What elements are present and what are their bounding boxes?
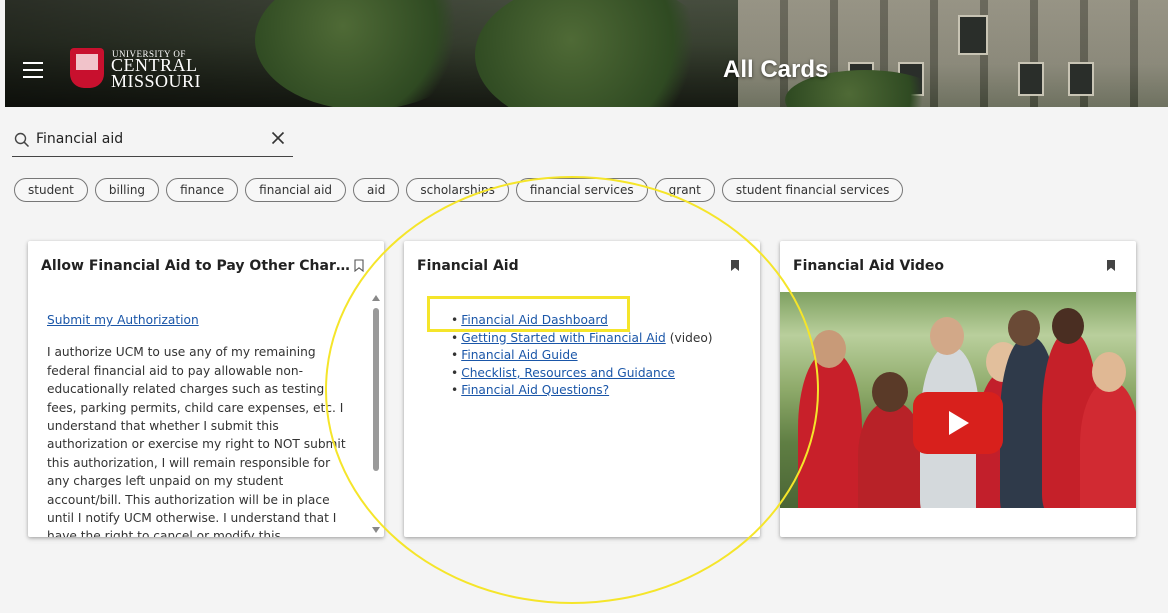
chip-aid[interactable]: aid [353, 178, 400, 202]
logo-text-line2: CENTRAL MISSOURI [111, 55, 202, 91]
card-title: Financial Aid [417, 258, 519, 274]
chip-financial-services[interactable]: financial services [515, 178, 648, 202]
person-head [930, 317, 964, 355]
tag-chips: student billing finance financial aid ai… [14, 178, 904, 202]
card-allow-financial-aid: Allow Financial Aid to Pay Other Charges… [28, 241, 384, 537]
list-item: • Checklist, Resources and Guidance [451, 365, 675, 380]
link-note: (video) [669, 330, 713, 345]
chip-finance[interactable]: finance [166, 178, 239, 202]
chip-billing[interactable]: billing [94, 178, 160, 202]
person-head [1052, 308, 1084, 344]
person-head [812, 330, 846, 368]
link-financial-aid-guide[interactable]: Financial Aid Guide [461, 348, 577, 362]
scroll-down-arrow-icon[interactable] [372, 527, 380, 533]
search-bar [12, 124, 293, 157]
chip-grant[interactable]: grant [654, 178, 715, 202]
chip-financial-aid[interactable]: financial aid [245, 178, 347, 202]
list-item: • Financial Aid Dashboard [451, 313, 608, 327]
tree-shape [255, 0, 475, 107]
card-title: Financial Aid Video [793, 258, 945, 274]
clear-search-icon[interactable] [270, 130, 286, 146]
header-banner: UNIVERSITY OF CENTRAL MISSOURI All Cards [5, 0, 1168, 107]
list-item: • Getting Started with Financial Aid (vide… [451, 330, 713, 345]
scrollbar-thumb[interactable] [373, 308, 379, 471]
person-head [1092, 352, 1126, 392]
page-title: All Cards [723, 56, 829, 83]
card-title: Allow Financial Aid to Pay Other Charges [41, 258, 351, 274]
window-shape [1018, 62, 1044, 96]
card-financial-aid-video: Financial Aid Video [780, 241, 1136, 537]
submit-authorization-link[interactable]: Submit my Authorization [47, 313, 199, 327]
chip-scholarships[interactable]: scholarships [406, 178, 509, 202]
person-shape [798, 352, 862, 508]
card-financial-aid: Financial Aid • Financial Aid Dashboard •… [404, 241, 760, 537]
hamburger-menu-button[interactable] [23, 62, 43, 78]
link-checklist-resources[interactable]: Checklist, Resources and Guidance [461, 366, 675, 380]
link-getting-started[interactable]: Getting Started with Financial Aid [461, 331, 666, 345]
chip-student-financial-services[interactable]: student financial services [721, 178, 904, 202]
list-item: • Financial Aid Guide [451, 348, 578, 362]
scroll-up-arrow-icon[interactable] [372, 295, 380, 301]
bookmark-filled-icon[interactable] [1106, 259, 1116, 272]
tree-shape [475, 0, 715, 107]
financial-aid-links: • Financial Aid Dashboard • Getting Starte… [451, 312, 713, 400]
bookmark-outline-icon[interactable] [354, 259, 364, 272]
video-thumbnail[interactable] [780, 292, 1136, 508]
link-financial-aid-questions[interactable]: Financial Aid Questions? [461, 383, 609, 397]
chip-student[interactable]: student [14, 178, 88, 202]
person-head [872, 372, 908, 412]
link-financial-aid-dashboard[interactable]: Financial Aid Dashboard [461, 313, 608, 327]
card-body: Submit my Authorization I authorize UCM … [47, 311, 352, 537]
university-seal-icon [70, 48, 104, 88]
search-icon [14, 132, 30, 148]
person-shape [1080, 382, 1136, 508]
person-head [1008, 310, 1040, 346]
search-input[interactable] [36, 128, 256, 150]
youtube-play-icon[interactable] [913, 392, 1003, 454]
bookmark-filled-icon[interactable] [730, 259, 740, 272]
list-item: • Financial Aid Questions? [451, 383, 610, 397]
authorization-text: I authorize UCM to use any of my remaini… [47, 345, 346, 537]
window-shape [958, 15, 988, 55]
window-shape [1068, 62, 1094, 96]
